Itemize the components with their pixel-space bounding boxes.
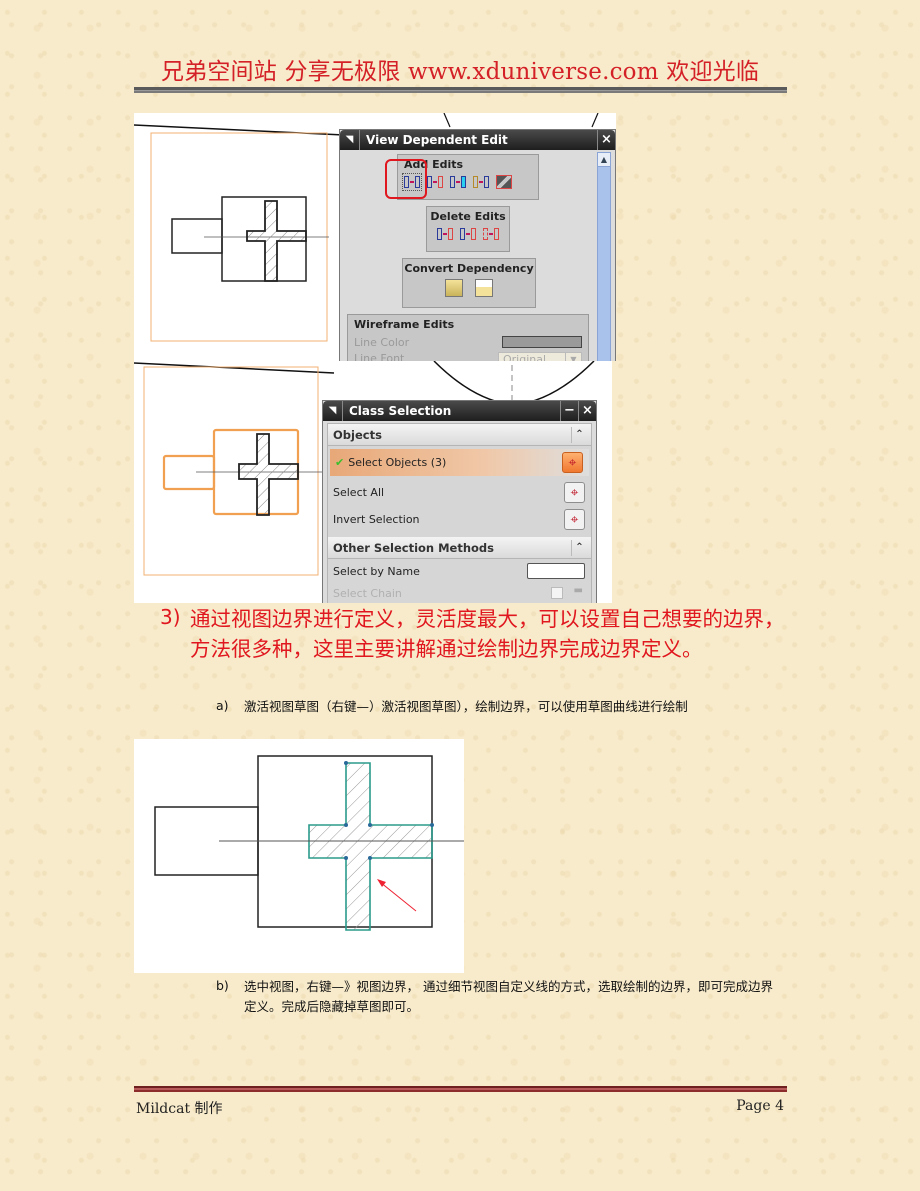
highlight-callout: [385, 159, 427, 199]
sub-item-a-text: 激活视图草图（右键—）激活视图草图），绘制边界，可以使用草图曲线进行绘制: [244, 699, 688, 714]
sub-item-a-marker: a): [216, 698, 229, 713]
line-color-swatch[interactable]: [502, 336, 582, 348]
other-methods-section-label: Other Selection Methods: [333, 540, 495, 555]
chevron-down-icon[interactable]: ▼: [565, 353, 581, 361]
select-chain-checkbox[interactable]: [551, 587, 563, 599]
footer-author: Mildcat 制作: [136, 1101, 223, 1117]
add-edit-2-icon[interactable]: [427, 175, 443, 189]
hatched-cross-section: [246, 200, 307, 282]
select-by-name-row: Select by Name: [328, 559, 591, 583]
dialog-scrollbar[interactable]: ▲: [597, 152, 611, 361]
wireframe-edits-label: Wireframe Edits: [354, 318, 455, 331]
scroll-up-icon[interactable]: ▲: [598, 153, 610, 167]
select-all-label: Select All: [333, 486, 385, 499]
select-all-icon[interactable]: ⌖: [564, 482, 585, 503]
select-all-row[interactable]: Select All ⌖: [328, 479, 591, 506]
dialog-title: View Dependent Edit: [366, 133, 508, 147]
page-header-title: 兄弟空间站 分享无极限 www.xduniverse.com 欢迎光临: [160, 59, 760, 85]
list-number-3: 3): [160, 605, 181, 629]
screenshot-class-selection: ◥ Class Selection − × Objects ⌃ ✔ Select…: [134, 361, 612, 603]
close-icon[interactable]: ×: [597, 130, 615, 150]
sub-item-b-marker: b): [216, 978, 229, 993]
screenshot-view-dependent-edit: ◥ View Dependent Edit × ▲ Add Edits Dele…: [134, 113, 616, 361]
line-font-label: Line Font: [354, 352, 405, 361]
select-objects-row[interactable]: ✔ Select Objects (3) ⌖: [330, 449, 589, 476]
invert-selection-icon[interactable]: ⌖: [564, 509, 585, 530]
delete-selected-modifications-icon[interactable]: [460, 227, 476, 241]
delete-edits-label: Delete Edits: [430, 210, 506, 223]
red-arrow: [379, 881, 417, 912]
convert-dependency-label: Convert Dependency: [404, 262, 534, 275]
select-by-name-input[interactable]: [527, 563, 585, 579]
wireframe-edits-group: Wireframe Edits Line Color Line Font Ori…: [347, 314, 589, 361]
header-divider: [134, 87, 787, 93]
delete-selected-erasures-icon[interactable]: [437, 227, 453, 241]
dialog-titlebar: ◥ Class Selection − ×: [323, 401, 596, 421]
select-chain-label: Select Chain: [333, 586, 402, 600]
hatched-cross-section: [238, 433, 299, 516]
sketch-boundary-cross: [308, 762, 433, 931]
other-methods-section-header[interactable]: Other Selection Methods ⌃: [328, 537, 591, 559]
screenshot-sketch-boundary: [134, 739, 464, 973]
model-to-view-icon[interactable]: [445, 279, 463, 297]
add-edit-4-icon[interactable]: [473, 175, 489, 189]
invert-selection-row[interactable]: Invert Selection ⌖: [328, 506, 591, 533]
delete-edits-group: Delete Edits: [426, 206, 510, 252]
line-font-value: Original: [503, 353, 547, 361]
objects-section-header[interactable]: Objects ⌃: [328, 424, 591, 446]
select-objects-label: Select Objects (3): [348, 456, 447, 469]
section-3-heading: 通过视图边界进行定义，灵活度最大，可以设置自己想要的边界，方法很多种，这里主要讲…: [190, 607, 785, 661]
class-selection-dialog: ◥ Class Selection − × Objects ⌃ ✔ Select…: [322, 400, 597, 603]
shaft-selected: [162, 454, 216, 491]
convert-dependency-group: Convert Dependency: [402, 258, 536, 308]
add-edit-3-icon[interactable]: [450, 175, 466, 189]
delete-all-modifications-icon[interactable]: [483, 227, 499, 241]
pin-icon[interactable]: ◥: [323, 401, 343, 421]
drawing-sketch-boundary: [154, 755, 464, 931]
dialog-titlebar: ◥ View Dependent Edit ×: [340, 130, 615, 150]
collapse-icon[interactable]: ⌃: [571, 540, 587, 556]
select-objects-crosshair-icon[interactable]: ⌖: [562, 452, 583, 473]
pin-icon[interactable]: ◥: [340, 130, 360, 150]
objects-section-label: Objects: [333, 427, 382, 442]
chain-icon: ▬: [573, 585, 583, 596]
line-font-select[interactable]: Original ▼: [498, 352, 582, 361]
view-dependent-edit-dialog: ◥ View Dependent Edit × ▲ Add Edits Dele…: [339, 129, 616, 361]
checkmark-icon: ✔: [335, 456, 345, 469]
invert-selection-label: Invert Selection: [333, 513, 420, 526]
footer-divider: [134, 1086, 787, 1092]
dialog-title: Class Selection: [349, 404, 452, 418]
line-color-label: Line Color: [354, 336, 410, 349]
select-by-name-label: Select by Name: [333, 564, 420, 578]
collapse-icon[interactable]: ⌃: [571, 427, 587, 443]
footer-page-number: Page 4: [736, 1098, 784, 1114]
view-to-model-icon[interactable]: [475, 279, 493, 297]
edit-entire-view-icon[interactable]: [496, 175, 512, 189]
select-chain-row: Select Chain ▬: [328, 583, 591, 603]
minimize-icon[interactable]: −: [560, 401, 578, 421]
close-icon[interactable]: ×: [578, 401, 596, 421]
sub-item-b-text: 选中视图，右键—》视图边界， 通过细节视图自定义线的方式，选取绘制的边界，即可完…: [244, 979, 773, 1014]
shaft: [171, 218, 223, 254]
